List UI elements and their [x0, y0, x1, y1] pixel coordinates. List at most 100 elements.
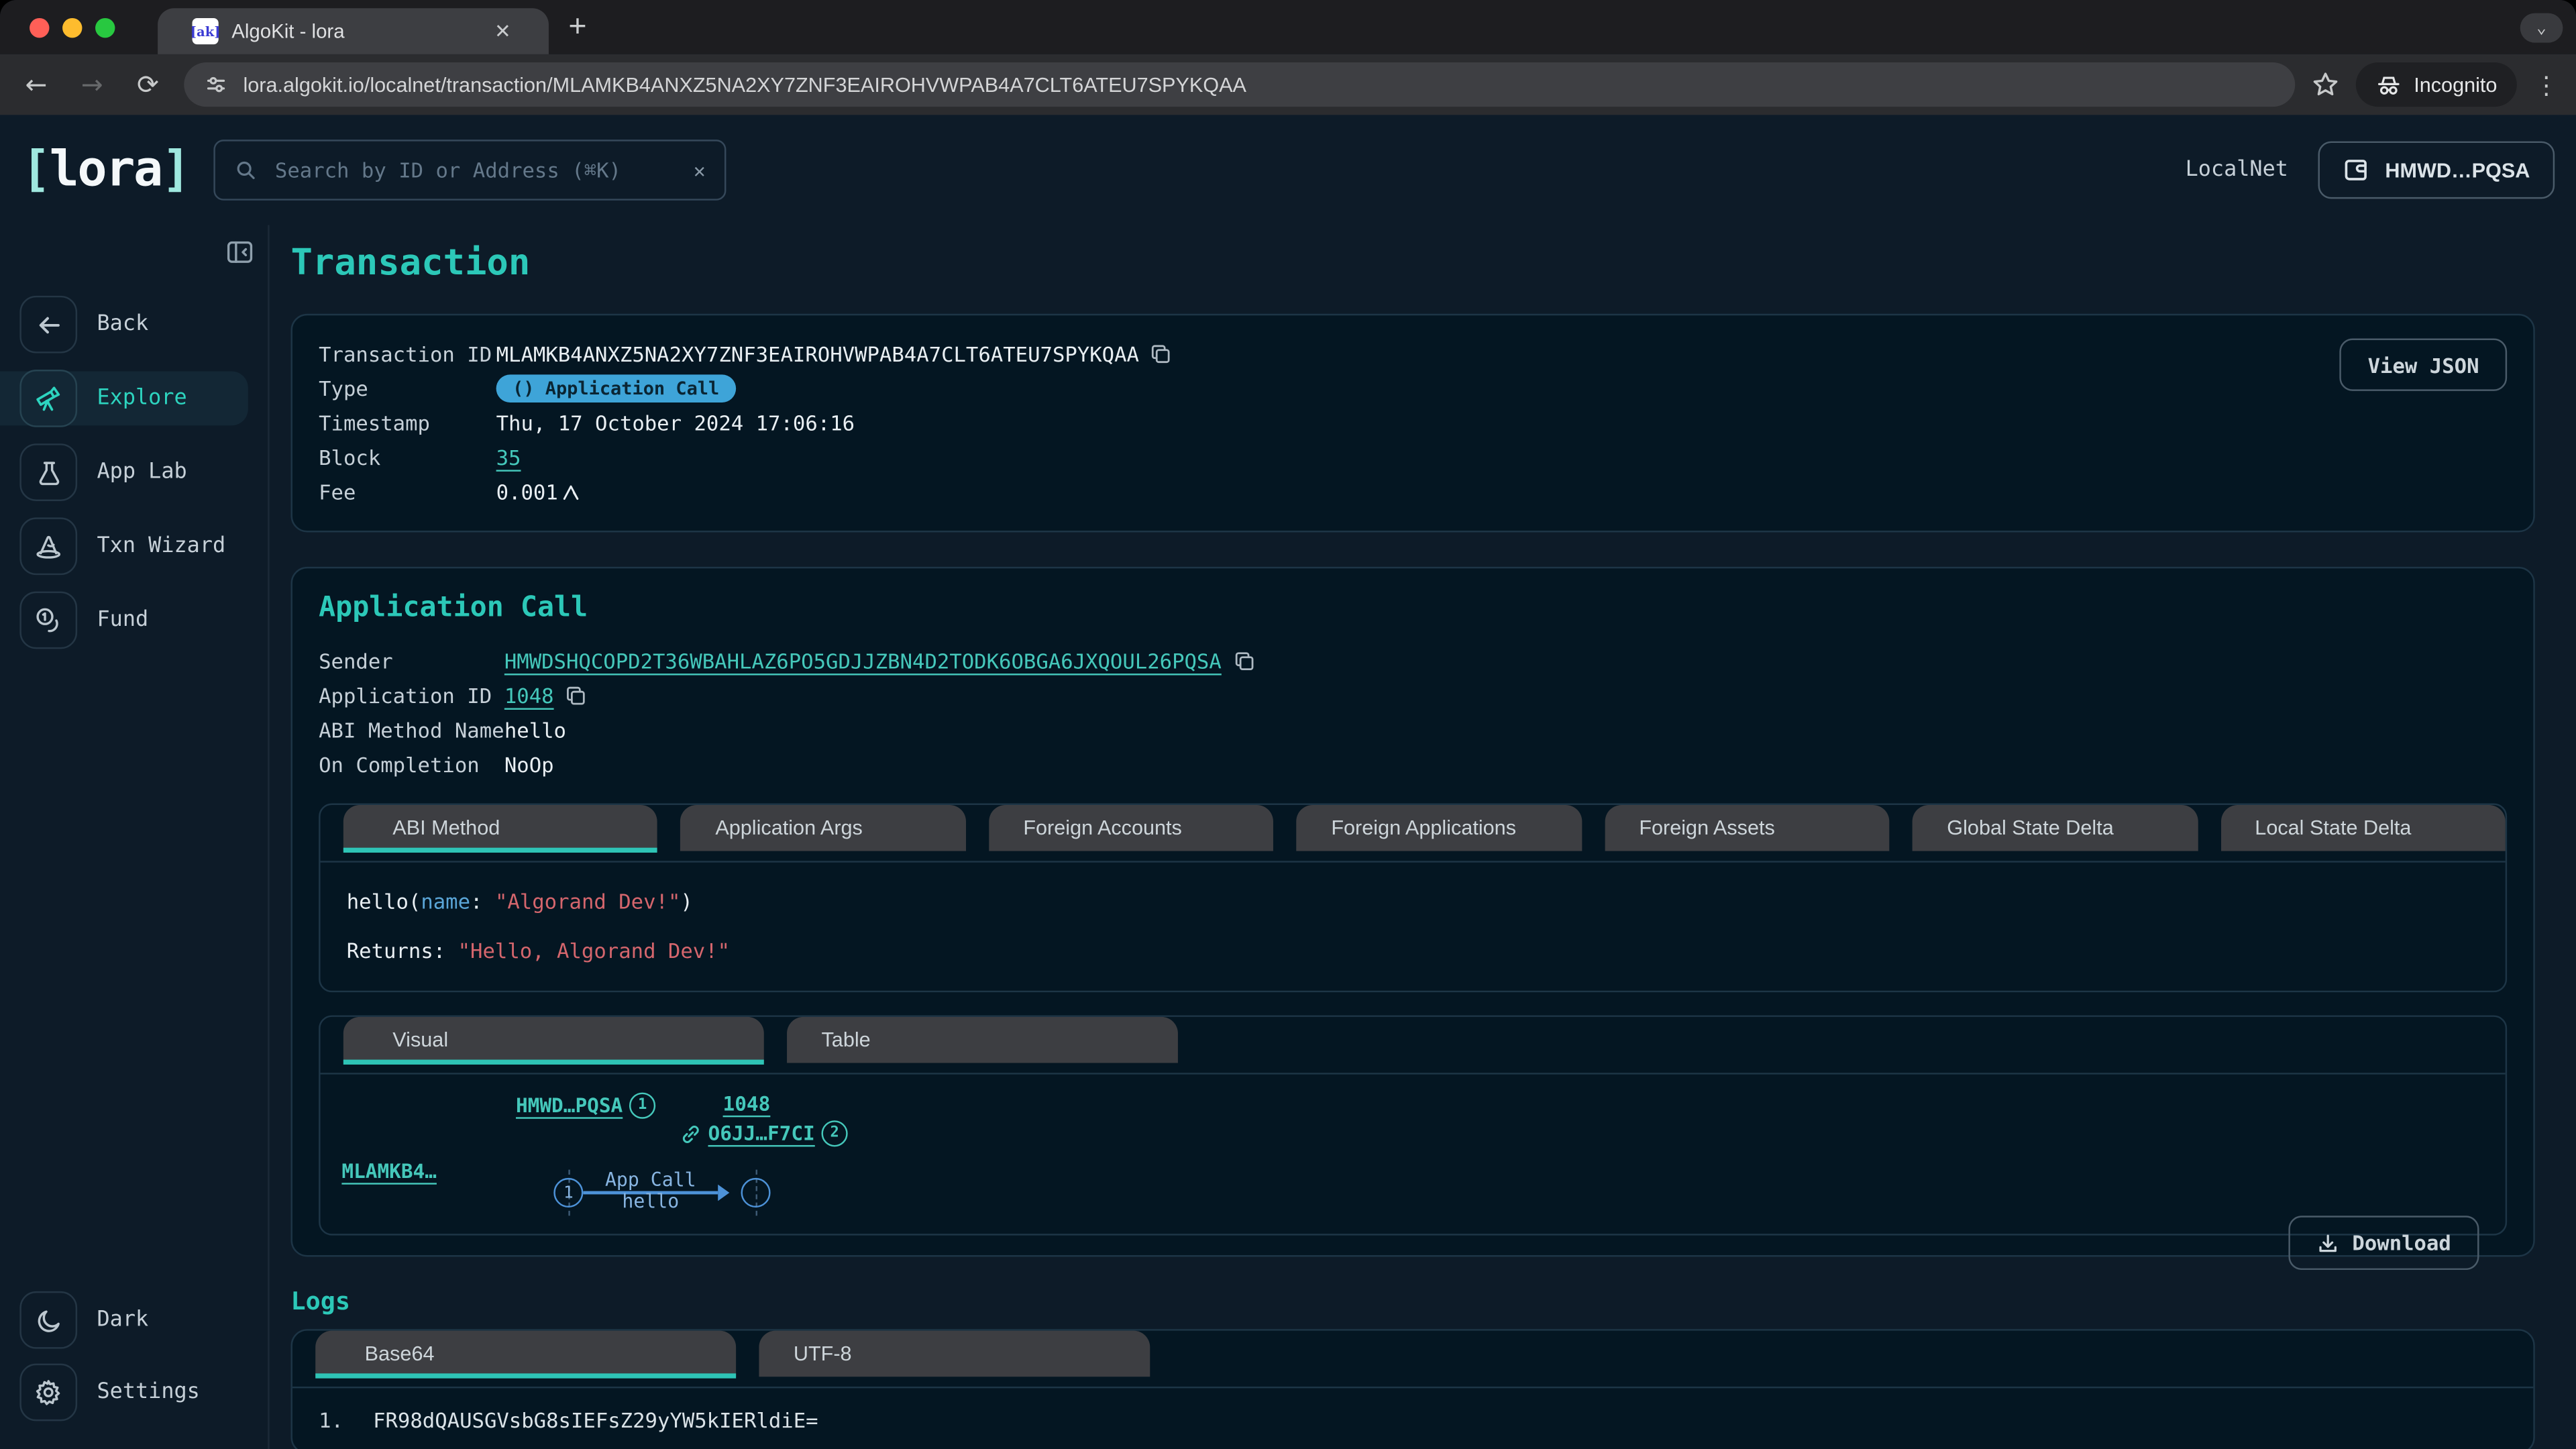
moon-icon — [19, 1291, 77, 1349]
tab-foreign-assets[interactable]: Foreign Assets — [1605, 805, 1890, 851]
sidebar-item-label: Back — [97, 312, 148, 337]
graph-app-link[interactable]: 1048 — [723, 1093, 771, 1116]
abi-method-content: hello(name: "Algorand Dev!") Returns: "H… — [321, 863, 2506, 991]
on-completion-value: NoOp — [504, 753, 554, 777]
transaction-id-row: Transaction ID MLAMKB4ANXZ5NA2XY7ZNF3EAI… — [319, 337, 2507, 371]
tab-visual[interactable]: Visual — [343, 1017, 764, 1063]
on-completion-row: On Completion NoOp — [319, 747, 2507, 782]
search-box[interactable]: ✕ — [214, 140, 727, 201]
browser-window: [ak] AlgoKit - lora ✕ + ⌄ ← → ⟳ lora.alg… — [0, 0, 2576, 1449]
graph-to-node — [741, 1178, 770, 1208]
copy-icon[interactable] — [1233, 651, 1254, 672]
tab-base64[interactable]: Base64 — [315, 1331, 736, 1377]
transaction-graph: HMWD…PQSA 1 1048 — [321, 1073, 2506, 1234]
sidebar-item-back[interactable]: Back — [19, 297, 248, 352]
application-id-label: Application ID — [319, 684, 504, 708]
browser-tab-strip: [ak] AlgoKit - lora ✕ + ⌄ — [0, 0, 2576, 54]
search-clear-icon[interactable]: ✕ — [694, 158, 706, 181]
tab-application-args[interactable]: Application Args — [681, 805, 966, 851]
type-badge: () Application Call — [496, 374, 736, 402]
graph-group-id[interactable]: O6JJ…F7CI — [708, 1122, 815, 1145]
arrow-left-icon — [19, 296, 77, 354]
block-link[interactable]: 35 — [496, 445, 521, 470]
gear-icon — [19, 1364, 77, 1421]
search-input[interactable] — [272, 156, 679, 184]
search-icon — [235, 160, 257, 181]
window-controls — [0, 0, 135, 54]
browser-tab[interactable]: [ak] AlgoKit - lora ✕ — [158, 8, 549, 54]
lora-logo[interactable]: [lora] — [21, 142, 190, 199]
account-number-badge: 1 — [629, 1093, 655, 1119]
log-entry-value: FR98dQAUSGVsbG8sIEFsZ29yYW5kIERldiE= — [373, 1408, 818, 1433]
download-button[interactable]: Download — [2288, 1216, 2479, 1270]
new-tab-button[interactable]: + — [568, 0, 586, 54]
forward-nav-icon[interactable]: → — [72, 69, 112, 101]
telescope-icon — [19, 370, 77, 427]
tab-abi-method[interactable]: ABI Method — [343, 805, 658, 851]
header-right: LocalNet HMWD…PQSA — [2186, 142, 2555, 199]
wallet-address: HMWD…PQSA — [2385, 158, 2530, 181]
transaction-summary-card: Transaction ID MLAMKB4ANXZ5NA2XY7ZNF3EAI… — [290, 314, 2534, 533]
application-id-link[interactable]: 1048 — [504, 684, 554, 708]
graph-txn-link[interactable]: MLAMKB4… — [341, 1160, 437, 1183]
block-row: Block 35 — [319, 440, 2507, 474]
tab-close-icon[interactable]: ✕ — [491, 19, 514, 42]
close-window-button[interactable] — [30, 17, 49, 37]
sidebar-item-label: Fund — [97, 608, 148, 633]
logs-tabs: Base64 UTF-8 — [292, 1331, 2533, 1389]
address-bar[interactable]: lora.algokit.io/localnet/transaction/MLA… — [184, 62, 2296, 107]
app-call-tabs: ABI Method Application Args Foreign Acco… — [321, 805, 2506, 863]
tab-search-button[interactable]: ⌄ — [2520, 13, 2563, 43]
abi-returns-value: "Hello, Algorand Dev!" — [458, 938, 730, 963]
network-label[interactable]: LocalNet — [2186, 158, 2288, 182]
bookmark-star-icon[interactable] — [2312, 70, 2340, 99]
reload-icon[interactable]: ⟳ — [128, 69, 168, 101]
sidebar-item-label: Txn Wizard — [97, 534, 225, 559]
sidebar-item-explore[interactable]: Explore — [0, 371, 248, 425]
minimize-window-button[interactable] — [62, 17, 82, 37]
main-content: Transaction Transaction ID MLAMKB4ANXZ5N… — [270, 225, 2576, 1449]
url-text: lora.algokit.io/localnet/transaction/MLA… — [243, 73, 1246, 96]
zoom-window-button[interactable] — [95, 17, 115, 37]
wallet-icon — [2343, 156, 2371, 184]
sidebar-item-fund[interactable]: Fund — [19, 593, 248, 647]
tab-foreign-applications[interactable]: Foreign Applications — [1297, 805, 1582, 851]
type-row: Type () Application Call — [319, 371, 2507, 405]
abi-method-row: ABI Method Name hello — [319, 713, 2507, 747]
sender-link[interactable]: HMWDSHQCOPD2T36WBAHLAZ6PO5GDJJZBN4D2TODK… — [504, 649, 1222, 674]
copy-icon[interactable] — [566, 685, 587, 706]
fee-value: 0.001 — [496, 480, 558, 504]
view-json-button[interactable]: View JSON — [2340, 338, 2507, 390]
tab-local-state-delta[interactable]: Local State Delta — [2220, 805, 2506, 851]
tab-foreign-accounts[interactable]: Foreign Accounts — [989, 805, 1274, 851]
transaction-id-value: MLAMKB4ANXZ5NA2XY7ZNF3EAIROHVWPAB4A7CLT6… — [496, 341, 1139, 366]
graph-sender-link[interactable]: HMWD…PQSA 1 — [516, 1093, 655, 1119]
tab-utf8[interactable]: UTF-8 — [759, 1331, 1150, 1377]
sidebar-item-label: App Lab — [97, 460, 186, 485]
site-info-icon[interactable] — [204, 72, 229, 97]
copy-icon[interactable] — [1150, 343, 1172, 365]
theme-toggle[interactable]: Dark — [19, 1293, 248, 1347]
sidebar-item-settings[interactable]: Settings — [19, 1365, 248, 1419]
tab-global-state-delta[interactable]: Global State Delta — [1913, 805, 2198, 851]
tab-table[interactable]: Table — [787, 1017, 1178, 1063]
graph-txn-id[interactable]: MLAMKB4… — [341, 1160, 437, 1183]
sidebar-item-txn-wizard[interactable]: Txn Wizard — [19, 519, 248, 574]
sidebar-collapse-icon[interactable] — [225, 238, 255, 266]
graph-from-node: 1 — [553, 1178, 583, 1208]
graph-group-link[interactable]: O6JJ…F7CI 2 — [680, 1120, 848, 1146]
application-id-row: Application ID 1048 — [319, 678, 2507, 712]
wallet-button[interactable]: HMWD…PQSA — [2318, 142, 2555, 199]
sender-label: Sender — [319, 649, 504, 674]
favicon: [ak] — [193, 18, 219, 44]
graph-sender-address[interactable]: HMWD…PQSA — [516, 1094, 623, 1117]
browser-menu-icon[interactable]: ⋮ — [2533, 70, 2559, 99]
theme-label: Dark — [97, 1307, 148, 1332]
graph-edge-label: App Call hello — [580, 1170, 721, 1213]
back-nav-icon[interactable]: ← — [16, 69, 56, 101]
graph-app-id[interactable]: 1048 — [723, 1093, 771, 1116]
link-icon — [680, 1123, 702, 1144]
sidebar-item-app-lab[interactable]: App Lab — [19, 445, 248, 500]
transaction-id-label: Transaction ID — [319, 341, 496, 366]
abi-arg-name: name — [421, 889, 470, 914]
